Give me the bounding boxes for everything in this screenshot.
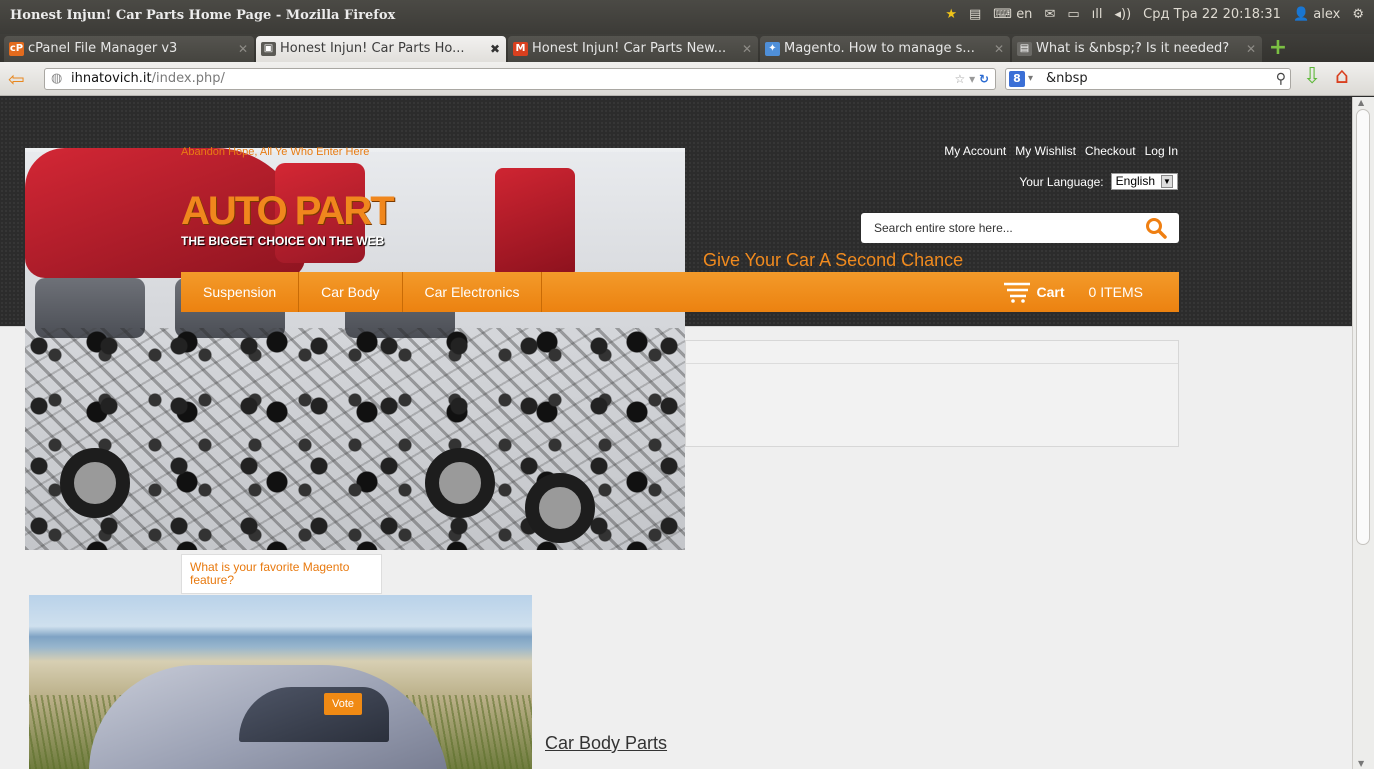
car-body-parts-image[interactable]	[29, 595, 532, 769]
tab-close-icon[interactable]: ✕	[1246, 36, 1256, 62]
globe-icon: ◍	[51, 71, 63, 86]
tab-magento-manage[interactable]: ✦ Magento. How to manage s... ✕	[760, 36, 1010, 62]
site-tagline: Abandon Hope, All Ye Who Enter Here	[181, 146, 370, 158]
mail-icon[interactable]: ✉	[1044, 7, 1055, 22]
user-name: alex	[1313, 7, 1341, 22]
link-log-in[interactable]: Log In	[1145, 144, 1178, 158]
language-value: English	[1115, 174, 1155, 188]
main-nav: Suspension Car Body Car Electronics Cart…	[181, 272, 1179, 312]
tab-label: Honest Injun! Car Parts New...	[532, 41, 727, 56]
tab-close-icon[interactable]: ✖	[490, 36, 500, 62]
content-block	[685, 340, 1179, 447]
user-icon: 👤	[1292, 7, 1310, 22]
store-search-placeholder: Search entire store here...	[874, 221, 1013, 235]
nav-car-body[interactable]: Car Body	[299, 272, 403, 312]
tab-label: Honest Injun! Car Parts Ho...	[280, 41, 465, 56]
url-bar[interactable]: ◍ ihnatovich.it/index.php/ ☆ ▾ ↻	[44, 68, 996, 90]
user-menu[interactable]: 👤 alex	[1293, 7, 1340, 22]
scroll-thumb[interactable]	[1356, 109, 1370, 545]
keyboard-layout: en	[1016, 7, 1033, 22]
search-icon[interactable]	[1145, 217, 1167, 239]
cart-count[interactable]: 0 ITEMS	[1089, 284, 1143, 300]
vote-button[interactable]: Vote	[324, 693, 362, 715]
tab-label: What is &nbsp;? Is it needed?	[1036, 41, 1230, 56]
scroll-up-arrow-icon[interactable]: ▲	[1358, 98, 1364, 107]
site-logo[interactable]: AUTO PART	[181, 191, 395, 231]
power-gear-icon[interactable]: ⚙	[1352, 7, 1364, 22]
store-search-input[interactable]: Search entire store here...	[861, 213, 1179, 243]
navigation-toolbar: ⇦ ◍ ihnatovich.it/index.php/ ☆ ▾ ↻ 8 ▾ &…	[0, 62, 1374, 96]
nav-car-electronics[interactable]: Car Electronics	[403, 272, 543, 312]
site-logo-subtext: THE BIGGET CHOICE ON THE WEB	[181, 234, 385, 248]
cart-button[interactable]: Cart	[1003, 281, 1065, 303]
home-icon[interactable]: ⌂	[1335, 64, 1349, 89]
nav-suspension[interactable]: Suspension	[181, 272, 300, 312]
web-page-viewport: Abandon Hope, All Ye Who Enter Here AUTO…	[0, 97, 1352, 769]
magnifier-search-icon[interactable]: ⚲	[1276, 69, 1286, 89]
system-tray: ★ ▤ ⌨ en ✉ ▭ ıll ◂)) Срд Тра 22 20:18:31…	[945, 7, 1364, 22]
google-search-engine-icon[interactable]: 8	[1009, 71, 1025, 87]
download-arrow-icon[interactable]: ⇩	[1303, 64, 1321, 89]
page-favicon-icon: ▣	[261, 42, 276, 56]
content-block-divider	[686, 363, 1178, 364]
language-switcher: Your Language: English ▼	[1019, 173, 1178, 190]
stackoverflow-favicon-icon: ▤	[1017, 42, 1032, 56]
volume-icon[interactable]: ◂))	[1114, 7, 1131, 22]
tab-label: Magento. How to manage s...	[784, 41, 975, 56]
os-top-bar: Honest Injun! Car Parts Home Page - Mozi…	[0, 0, 1374, 34]
bookmark-star-icon[interactable]: ☆	[954, 72, 965, 86]
link-checkout[interactable]: Checkout	[1085, 144, 1136, 158]
red-door-shape	[495, 168, 575, 278]
url-path: /index.php/	[151, 71, 225, 86]
page-scrollbar[interactable]: ▲ ▼	[1352, 97, 1374, 769]
tab-close-icon[interactable]: ✕	[994, 36, 1004, 62]
url-bar-controls: ☆ ▾ ↻	[954, 69, 989, 89]
cart-label: Cart	[1036, 284, 1065, 300]
web-search-bar[interactable]: 8 ▾ &nbsp ⚲	[1005, 68, 1291, 90]
url-history-dropdown-icon[interactable]: ▾	[969, 72, 975, 86]
scroll-down-arrow-icon[interactable]: ▼	[1358, 759, 1364, 768]
header-cart[interactable]: Cart 0 ITEMS	[1003, 272, 1143, 312]
wheel-shape	[525, 473, 595, 543]
magento-favicon-icon: M	[513, 42, 528, 56]
book-icon[interactable]: ▤	[969, 7, 981, 22]
tab-what-is-nbsp[interactable]: ▤ What is &nbsp;? Is it needed? ✕	[1012, 36, 1262, 62]
tab-close-icon[interactable]: ✕	[742, 36, 752, 62]
tab-label: cPanel File Manager v3	[28, 41, 178, 56]
site-slogan: Give Your Car A Second Chance	[703, 250, 964, 270]
category-link-car-body-parts[interactable]: Car Body Parts	[545, 733, 667, 754]
tab-honest-injun-home[interactable]: ▣ Honest Injun! Car Parts Ho... ✖	[256, 36, 506, 62]
clock[interactable]: Срд Тра 22 20:18:31	[1143, 7, 1281, 22]
signal-icon[interactable]: ıll	[1092, 7, 1103, 22]
tab-close-icon[interactable]: ✕	[238, 36, 248, 62]
wheel-shape	[60, 448, 130, 518]
language-select[interactable]: English ▼	[1110, 173, 1178, 190]
keyboard-icon[interactable]: ⌨ en	[993, 7, 1032, 22]
window-title: Honest Injun! Car Parts Home Page - Mozi…	[10, 8, 396, 23]
poll-question: What is your favorite Magento feature?	[181, 554, 382, 594]
language-label: Your Language:	[1019, 174, 1104, 189]
wheel-shape	[425, 448, 495, 518]
tab-honest-injun-new[interactable]: M Honest Injun! Car Parts New... ✕	[508, 36, 758, 62]
link-my-account[interactable]: My Account	[944, 144, 1006, 158]
web-search-value: &nbsp	[1046, 71, 1088, 86]
cart-icon	[1003, 282, 1030, 303]
reload-icon[interactable]: ↻	[979, 72, 989, 86]
bird-favicon-icon: ✦	[765, 42, 780, 56]
link-my-wishlist[interactable]: My Wishlist	[1015, 144, 1076, 158]
new-tab-plus-icon[interactable]: +	[1266, 37, 1290, 61]
account-links: My Account My Wishlist Checkout Log In	[944, 144, 1178, 158]
chevron-down-icon: ▼	[1161, 175, 1173, 188]
tab-cpanel[interactable]: cP cPanel File Manager v3 ✕	[4, 36, 254, 62]
url-host: ihnatovich.it	[71, 71, 152, 86]
star-icon[interactable]: ★	[945, 7, 957, 22]
car-window-shape	[239, 687, 389, 742]
back-arrow-icon[interactable]: ⇦	[8, 69, 34, 89]
tab-strip: cP cPanel File Manager v3 ✕ ▣ Honest Inj…	[0, 34, 1374, 62]
search-engine-dropdown-icon[interactable]: ▾	[1028, 69, 1033, 89]
cpanel-favicon-icon: cP	[9, 42, 24, 56]
battery-icon[interactable]: ▭	[1067, 7, 1079, 22]
